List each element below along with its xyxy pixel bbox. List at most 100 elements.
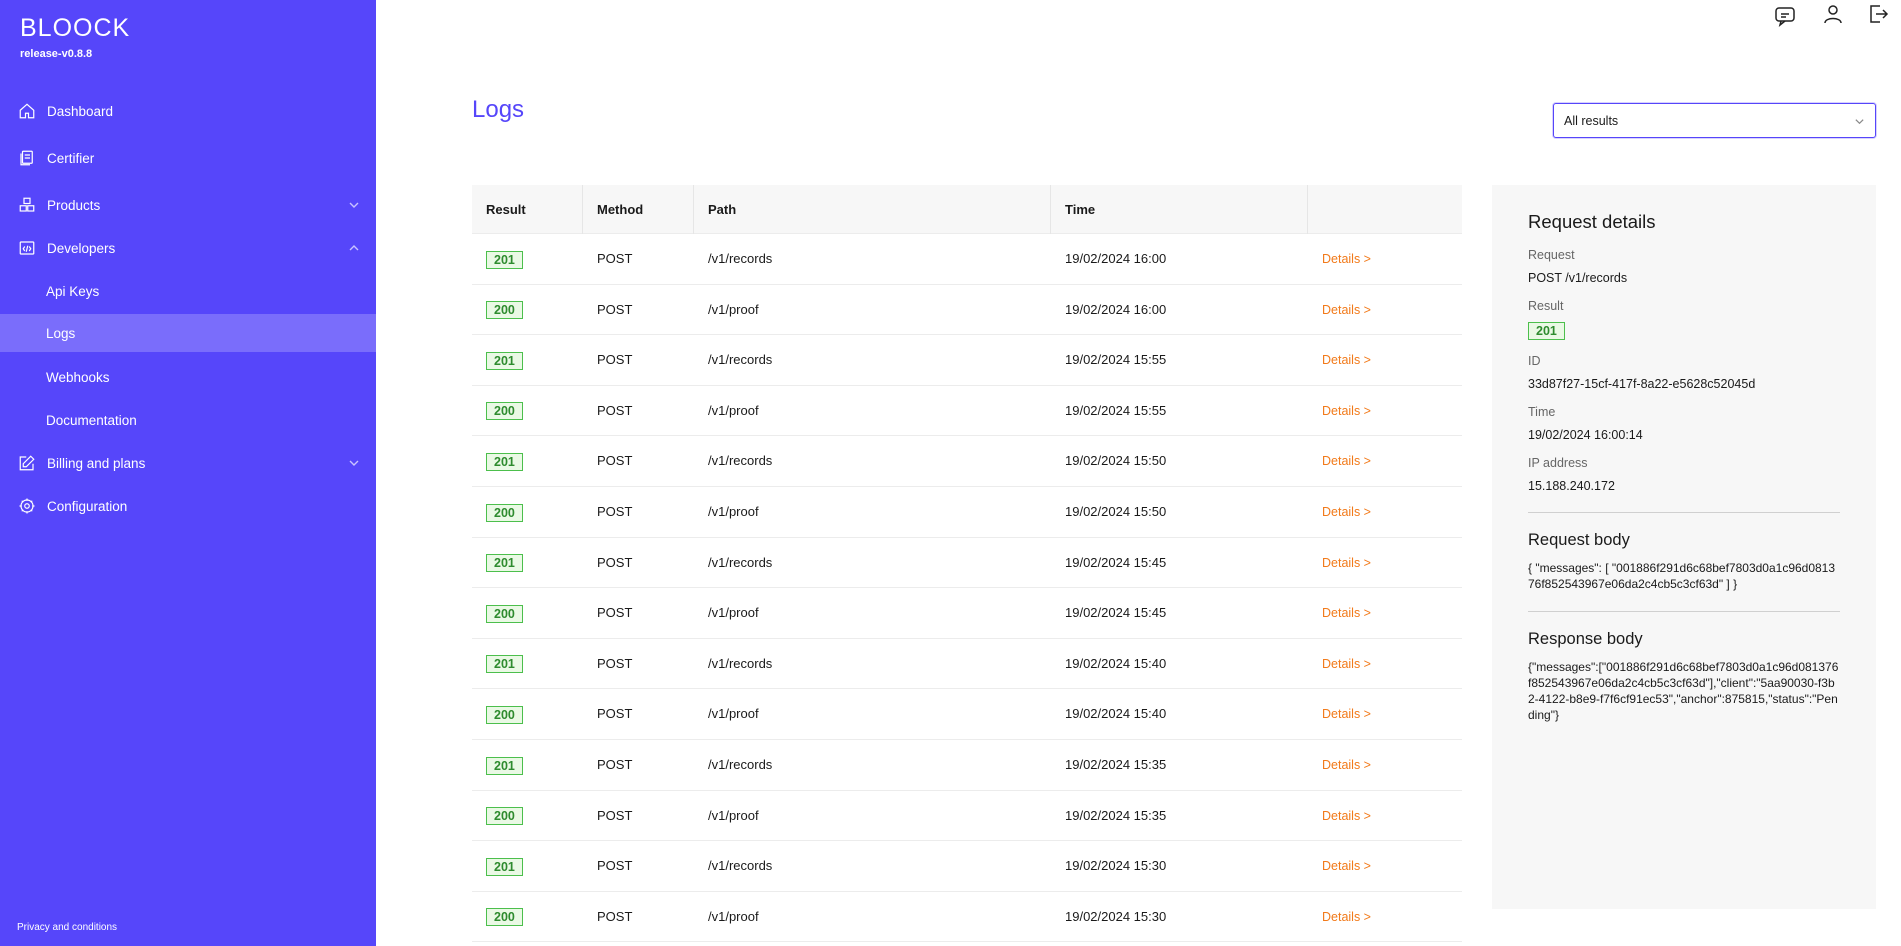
chevron-down-icon: [349, 460, 359, 466]
ip-value: 15.188.240.172: [1528, 479, 1615, 493]
details-link[interactable]: Details >: [1322, 859, 1371, 873]
table-row[interactable]: 200 POST/v1/proof 19/02/2024 15:55 Details …: [472, 386, 1462, 437]
path-cell: /v1/records: [708, 756, 773, 772]
sidebar-item-label: Dashboard: [47, 103, 114, 119]
sidebar-item-webhooks[interactable]: Webhooks: [0, 358, 376, 396]
sidebar: BLOOCK release-v0.8.8 Dashboard Certifie…: [0, 0, 376, 946]
sidebar-item-label: Api Keys: [46, 283, 100, 299]
result-cell: 201: [472, 436, 583, 486]
results-filter-select[interactable]: All results: [1553, 103, 1876, 138]
result-cell: 200: [472, 791, 583, 841]
status-badge: 200: [486, 301, 523, 320]
table-header: Result Method Path Time: [472, 185, 1462, 234]
path-cell: /v1/records: [708, 352, 773, 368]
time-cell: 19/02/2024 15:30: [1065, 858, 1167, 874]
actions-cell: Details >: [1308, 436, 1462, 486]
table-row[interactable]: 201 POST/v1/records 19/02/2024 15:45 Detail…: [472, 538, 1462, 589]
result-cell: 200: [472, 689, 583, 739]
path-cell: /v1/records: [708, 453, 773, 469]
boxes-icon: [19, 197, 35, 212]
actions-cell: Details >: [1308, 740, 1462, 790]
sidebar-item-label: Configuration: [47, 498, 128, 514]
path-cell: /v1/proof: [708, 605, 759, 621]
sidebar-item-dashboard[interactable]: Dashboard: [0, 90, 376, 132]
sidebar-item-label: Documentation: [46, 412, 137, 428]
details-link[interactable]: Details >: [1322, 707, 1371, 721]
sidebar-item-label: Certifier: [47, 150, 95, 166]
sidebar-item-api-keys[interactable]: Api Keys: [0, 272, 376, 310]
user-icon[interactable]: [1821, 2, 1845, 26]
page-title: Logs: [472, 96, 525, 123]
actions-cell: Details >: [1308, 689, 1462, 739]
sidebar-item-developers[interactable]: Developers: [0, 227, 376, 269]
table-row[interactable]: 201 POST/v1/records 19/02/2024 15:35 Detail…: [472, 740, 1462, 791]
details-link[interactable]: Details >: [1322, 454, 1371, 468]
table-row[interactable]: 200 POST/v1/proof 19/02/2024 15:35 Details …: [472, 791, 1462, 842]
privacy-link[interactable]: Privacy and conditions: [17, 922, 117, 933]
details-link[interactable]: Details >: [1322, 910, 1371, 924]
result-cell: 201: [472, 234, 583, 284]
brand: BLOOCK release-v0.8.8: [20, 14, 130, 60]
request-details-panel: Request details Request POST /v1/records…: [1492, 185, 1876, 909]
actions-cell: Details >: [1308, 335, 1462, 385]
status-badge: 200: [486, 705, 523, 724]
details-link[interactable]: Details >: [1322, 657, 1371, 671]
details-link[interactable]: Details >: [1322, 758, 1371, 772]
details-link[interactable]: Details >: [1322, 606, 1371, 620]
details-link[interactable]: Details >: [1322, 556, 1371, 570]
logout-icon[interactable]: [1866, 2, 1890, 26]
status-badge: 201: [486, 452, 523, 471]
request-value: POST /v1/records: [1528, 271, 1628, 285]
table-row[interactable]: 200 POST/v1/proof 19/02/2024 15:30 Details …: [472, 892, 1462, 943]
table-row[interactable]: 201 POST/v1/records 19/02/2024 15:30 Detail…: [472, 841, 1462, 892]
table-row[interactable]: 200 POST/v1/proof 19/02/2024 16:00 Details …: [472, 285, 1462, 336]
details-link[interactable]: Details >: [1322, 809, 1371, 823]
table-row[interactable]: 201 POST/v1/records 19/02/2024 15:55 Detail…: [472, 335, 1462, 386]
table-row[interactable]: 200 POST/v1/proof 19/02/2024 15:50 Details …: [472, 487, 1462, 538]
table-row[interactable]: 201 POST/v1/records 19/02/2024 15:50 Detail…: [472, 436, 1462, 487]
sidebar-item-documentation[interactable]: Documentation: [0, 401, 376, 439]
time-cell: 19/02/2024 15:35: [1065, 807, 1167, 823]
chat-icon[interactable]: [1773, 4, 1797, 28]
status-badge: 201: [486, 250, 523, 269]
path-cell: /v1/proof: [708, 301, 759, 317]
time-cell: 19/02/2024 15:30: [1065, 908, 1167, 924]
actions-cell: Details >: [1308, 487, 1462, 537]
table-row[interactable]: 200 POST/v1/proof 19/02/2024 15:45 Details …: [472, 588, 1462, 639]
ip-label: IP address: [1528, 456, 1588, 470]
response-body-title: Response body: [1528, 630, 1643, 648]
time-cell: 19/02/2024 15:40: [1065, 706, 1167, 722]
method-cell: POST: [597, 301, 633, 317]
sidebar-item-certifier[interactable]: Certifier: [0, 137, 376, 179]
details-link[interactable]: Details >: [1322, 252, 1371, 266]
sidebar-item-products[interactable]: Products: [0, 184, 376, 226]
table-row[interactable]: 200 POST/v1/proof 19/02/2024 15:40 Details …: [472, 689, 1462, 740]
chevron-up-icon: [349, 245, 359, 251]
details-link[interactable]: Details >: [1322, 505, 1371, 519]
result-badge: 201: [1528, 322, 1565, 340]
method-cell: POST: [597, 807, 633, 823]
time-cell: 19/02/2024 15:35: [1065, 756, 1167, 772]
actions-cell: Details >: [1308, 791, 1462, 841]
table-row[interactable]: 201 POST/v1/records 19/02/2024 15:40 Detail…: [472, 639, 1462, 690]
time-value: 19/02/2024 16:00:14: [1528, 428, 1643, 442]
result-cell: 201: [472, 639, 583, 689]
time-cell: 19/02/2024 16:00: [1065, 301, 1167, 317]
divider: [1528, 512, 1840, 513]
sidebar-item-logs[interactable]: Logs: [0, 314, 376, 352]
details-link[interactable]: Details >: [1322, 303, 1371, 317]
panel-title: Request details: [1528, 211, 1656, 232]
column-header-result: Result: [472, 185, 583, 234]
sidebar-item-billing[interactable]: Billing and plans: [0, 442, 376, 484]
sidebar-item-configuration[interactable]: Configuration: [0, 485, 376, 527]
method-cell: POST: [597, 655, 633, 671]
result-cell: 201: [472, 841, 583, 891]
table-row[interactable]: 201 POST/v1/records 19/02/2024 16:00 Detail…: [472, 234, 1462, 285]
path-cell: /v1/proof: [708, 706, 759, 722]
details-link[interactable]: Details >: [1322, 353, 1371, 367]
details-link[interactable]: Details >: [1322, 404, 1371, 418]
sidebar-item-label: Products: [47, 197, 101, 213]
time-cell: 19/02/2024 15:50: [1065, 453, 1167, 469]
sidebar-item-label: Webhooks: [46, 369, 110, 385]
id-value: 33d87f27-15cf-417f-8a22-e5628c52045d: [1528, 377, 1756, 391]
